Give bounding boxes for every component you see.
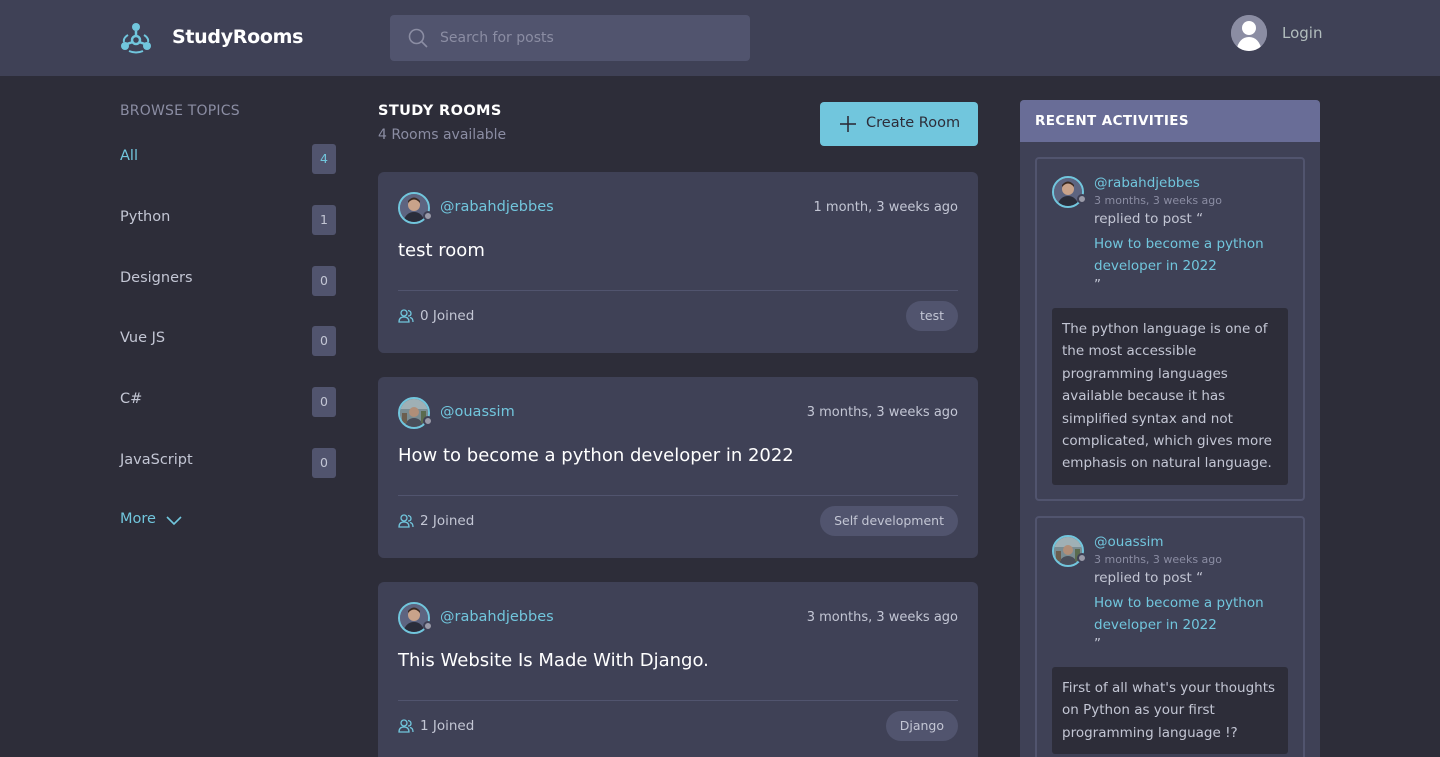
topic-label: All (120, 148, 138, 164)
search-icon (408, 28, 428, 48)
logo-icon[interactable] (118, 20, 154, 56)
topic-label: Designers (120, 270, 193, 286)
activity-user[interactable]: @rabahdjebbes (1094, 175, 1200, 191)
room-title[interactable]: How to become a python developer in 2022 (398, 445, 794, 466)
activity-time: 3 months, 3 weeks ago (1094, 194, 1222, 207)
divider (398, 700, 958, 701)
top-navbar: StudyRooms Login (0, 0, 1440, 76)
activity-action: replied to post “ (1094, 211, 1204, 227)
topic-label: Python (120, 209, 171, 225)
status-dot (423, 211, 433, 221)
status-dot (1077, 553, 1087, 563)
room-card[interactable]: @rabahdjebbes 1 month, 3 weeks ago test … (378, 172, 978, 353)
joined-label: 0 Joined (420, 308, 475, 324)
search-input[interactable] (440, 15, 730, 61)
room-time: 1 month, 3 weeks ago (813, 200, 959, 215)
login-link[interactable]: Login (1282, 24, 1322, 42)
user-avatar-icon (1231, 15, 1267, 51)
topic-item-javascript[interactable]: JavaScript 0 (120, 448, 336, 478)
plus-icon (840, 116, 856, 132)
joined-label: 1 Joined (420, 718, 475, 734)
topic-tag[interactable]: test (905, 301, 958, 331)
activity-quote-close: ” (1094, 277, 1101, 293)
status-dot (423, 416, 433, 426)
topic-tag[interactable]: Django (885, 711, 958, 741)
topic-count: 0 (312, 326, 336, 356)
activity-title: RECENT ACTIVITIES (1020, 100, 1320, 142)
topic-item-vue-js[interactable]: Vue JS 0 (120, 326, 336, 356)
page-title: STUDY ROOMS (378, 103, 502, 119)
users-icon (398, 514, 414, 528)
topic-count: 0 (312, 266, 336, 296)
create-room-button[interactable]: Create Room (820, 102, 978, 146)
joined-label: 2 Joined (420, 513, 475, 529)
room-host[interactable]: @rabahdjebbes (440, 199, 554, 215)
room-card[interactable]: @rabahdjebbes 3 months, 3 weeks ago This… (378, 582, 978, 757)
activity-time: 3 months, 3 weeks ago (1094, 553, 1222, 566)
brand-name[interactable]: StudyRooms (172, 26, 303, 48)
topic-count: 1 (312, 205, 336, 235)
rooms-count: 4 Rooms available (378, 127, 507, 143)
divider (398, 290, 958, 291)
activity-message: The python language is one of the most a… (1052, 308, 1288, 485)
topic-item-python[interactable]: Python 1 (120, 205, 336, 235)
users-icon (398, 719, 414, 733)
search-bar[interactable] (390, 15, 750, 61)
topic-tag[interactable]: Self development (820, 506, 958, 536)
activity-message: First of all what's your thoughts on Pyt… (1052, 667, 1288, 755)
status-dot (1077, 194, 1087, 204)
activity-item: @rabahdjebbes 3 months, 3 weeks ago repl… (1035, 157, 1305, 501)
joined-count: 1 Joined (398, 718, 474, 734)
joined-count: 2 Joined (398, 513, 474, 529)
room-title[interactable]: test room (398, 240, 485, 261)
topic-count: 0 (312, 387, 336, 417)
activity-user[interactable]: @ouassim (1094, 534, 1164, 550)
activity-post-link[interactable]: How to become a python developer in 2022 (1094, 233, 1284, 277)
activity-item: @ouassim 3 months, 3 weeks ago replied t… (1035, 516, 1305, 757)
joined-count: 0 Joined (398, 308, 474, 324)
divider (398, 495, 958, 496)
room-title[interactable]: This Website Is Made With Django. (398, 650, 709, 671)
topic-item-all[interactable]: All 4 (120, 144, 336, 174)
room-time: 3 months, 3 weeks ago (806, 405, 958, 420)
topic-count: 0 (312, 448, 336, 478)
recent-activities-panel: RECENT ACTIVITIES @rabahdjebbes 3 months… (1020, 100, 1320, 757)
room-host[interactable]: @rabahdjebbes (440, 609, 554, 625)
room-card[interactable]: @ouassim 3 months, 3 weeks ago How to be… (378, 377, 978, 558)
activity-post-link[interactable]: How to become a python developer in 2022 (1094, 592, 1284, 636)
activity-quote-close: ” (1094, 636, 1101, 652)
activity-action: replied to post “ (1094, 570, 1204, 586)
topic-item-designers[interactable]: Designers 0 (120, 266, 336, 296)
chevron-down-icon (166, 516, 182, 526)
topic-count: 4 (312, 144, 336, 174)
create-room-label: Create Room (866, 115, 961, 131)
topic-label: JavaScript (120, 452, 193, 468)
room-host[interactable]: @ouassim (440, 404, 515, 420)
browse-topics-title: BROWSE TOPICS (120, 103, 240, 119)
users-icon (398, 309, 414, 323)
topic-item-csharp[interactable]: C# 0 (120, 387, 336, 417)
topic-label: C# (120, 391, 143, 407)
topic-label: Vue JS (120, 330, 166, 346)
user-avatar[interactable] (1231, 15, 1267, 51)
room-time: 3 months, 3 weeks ago (806, 610, 958, 625)
more-label: More (120, 511, 156, 527)
more-topics-link[interactable]: More (120, 511, 182, 527)
status-dot (423, 621, 433, 631)
